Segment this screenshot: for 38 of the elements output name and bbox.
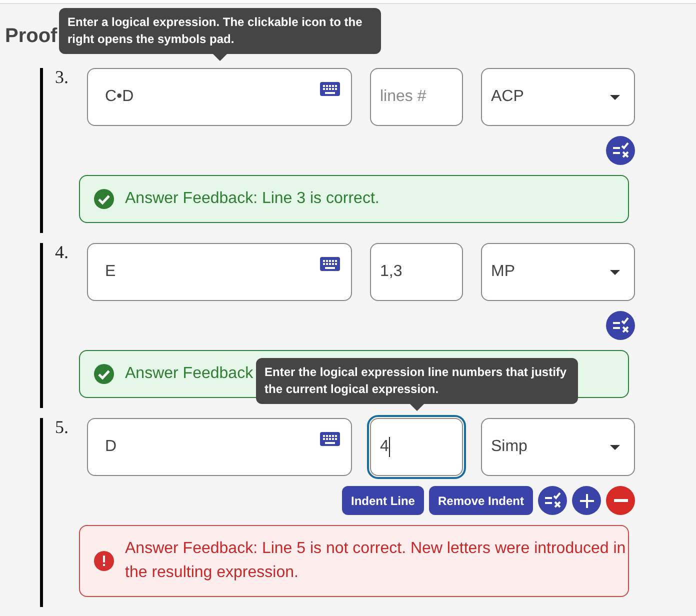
check-list-icon (612, 317, 629, 334)
rule-select[interactable]: Simp (481, 418, 635, 476)
check-answer-button[interactable] (538, 486, 567, 515)
check-answer-button[interactable] (606, 136, 635, 165)
expression-field[interactable]: E (87, 243, 352, 301)
tooltip: Enter a logical expression. The clickable icon to the right opens the symbols pad. (58, 8, 380, 54)
remove-indent-button[interactable]: Remove Indent (428, 486, 533, 515)
caret-icon (610, 444, 620, 450)
check-answer-button[interactable] (606, 311, 635, 340)
section-heading: Proof (5, 25, 58, 47)
indent-line-button[interactable]: Indent Line (342, 486, 424, 515)
feedback-text: Answer Feedback: Line 5 is not correct. New letters were introduced in the resulting expression. (125, 539, 626, 583)
check-circle-icon (94, 364, 114, 384)
caret-icon (610, 94, 620, 100)
rule-select[interactable]: ACP (481, 68, 635, 126)
check-list-icon (612, 142, 629, 159)
tooltip-arrow (212, 54, 226, 61)
caret-icon (610, 270, 620, 274)
tooltip: Enter the logical expression line numbers that justify the current logical expression. (256, 358, 578, 404)
line-number: 4. (55, 241, 70, 263)
feedback-text: Answer Feedback (125, 364, 254, 384)
line-numbers-field[interactable]: 1,3 (370, 243, 463, 301)
remove-line-button[interactable] (606, 486, 635, 515)
keyboard-icon[interactable] (320, 82, 340, 96)
expression-field[interactable]: D (87, 418, 352, 476)
plus-icon (580, 494, 594, 508)
check-circle-icon (94, 189, 114, 209)
minus-icon (614, 499, 628, 502)
line-number: 5. (55, 416, 70, 438)
text-cursor (388, 437, 390, 457)
check-list-icon (544, 492, 561, 509)
tooltip-arrow (410, 404, 424, 411)
exclamation-circle-icon (94, 551, 114, 571)
keyboard-icon[interactable] (320, 432, 340, 446)
add-line-button[interactable] (572, 486, 601, 515)
keyboard-icon[interactable] (320, 257, 340, 271)
rule-select[interactable]: MP (481, 243, 635, 301)
feedback-text: Answer Feedback: Line 3 is correct. (125, 189, 380, 209)
